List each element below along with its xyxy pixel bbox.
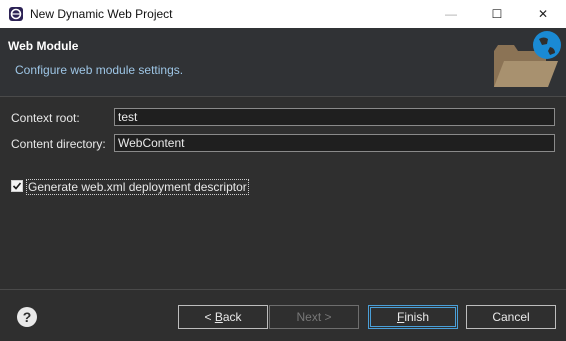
context-root-label: Context root: <box>11 111 80 125</box>
title-bar: New Dynamic Web Project — ☐ ✕ <box>0 0 566 28</box>
wizard-window: New Dynamic Web Project — ☐ ✕ Web Module… <box>0 0 566 341</box>
finish-button[interactable]: Finish <box>368 305 458 329</box>
cancel-button[interactable]: Cancel <box>466 305 556 329</box>
back-label-rest: ack <box>222 310 242 324</box>
footer-separator <box>0 289 566 290</box>
help-icon[interactable]: ? <box>17 307 37 327</box>
checkmark-icon <box>12 182 22 190</box>
content-directory-label: Content directory: <box>11 137 106 151</box>
minimize-button[interactable]: — <box>428 0 474 28</box>
back-button[interactable]: < Back <box>178 305 268 329</box>
page-description: Configure web module settings. <box>15 63 184 77</box>
folder-globe-wizard-graphic <box>494 31 561 87</box>
wizard-banner: Web Module Configure web module settings… <box>0 28 566 97</box>
eclipse-app-icon <box>9 7 23 21</box>
window-title: New Dynamic Web Project <box>30 7 173 21</box>
finish-mnemonic: F <box>396 310 405 324</box>
back-label-prefix: < <box>204 310 215 324</box>
generate-web-xml-checkbox[interactable] <box>11 180 23 192</box>
page-title: Web Module <box>8 39 79 53</box>
next-button[interactable]: Next > <box>269 305 359 329</box>
finish-label-rest: inish <box>404 310 430 324</box>
generate-web-xml-label[interactable]: Generate web.xml deployment descriptor <box>26 179 249 195</box>
context-root-input[interactable] <box>114 108 555 126</box>
content-directory-input[interactable] <box>114 134 555 152</box>
maximize-button[interactable]: ☐ <box>474 0 520 28</box>
close-button[interactable]: ✕ <box>520 0 566 28</box>
back-mnemonic: B <box>214 310 223 324</box>
